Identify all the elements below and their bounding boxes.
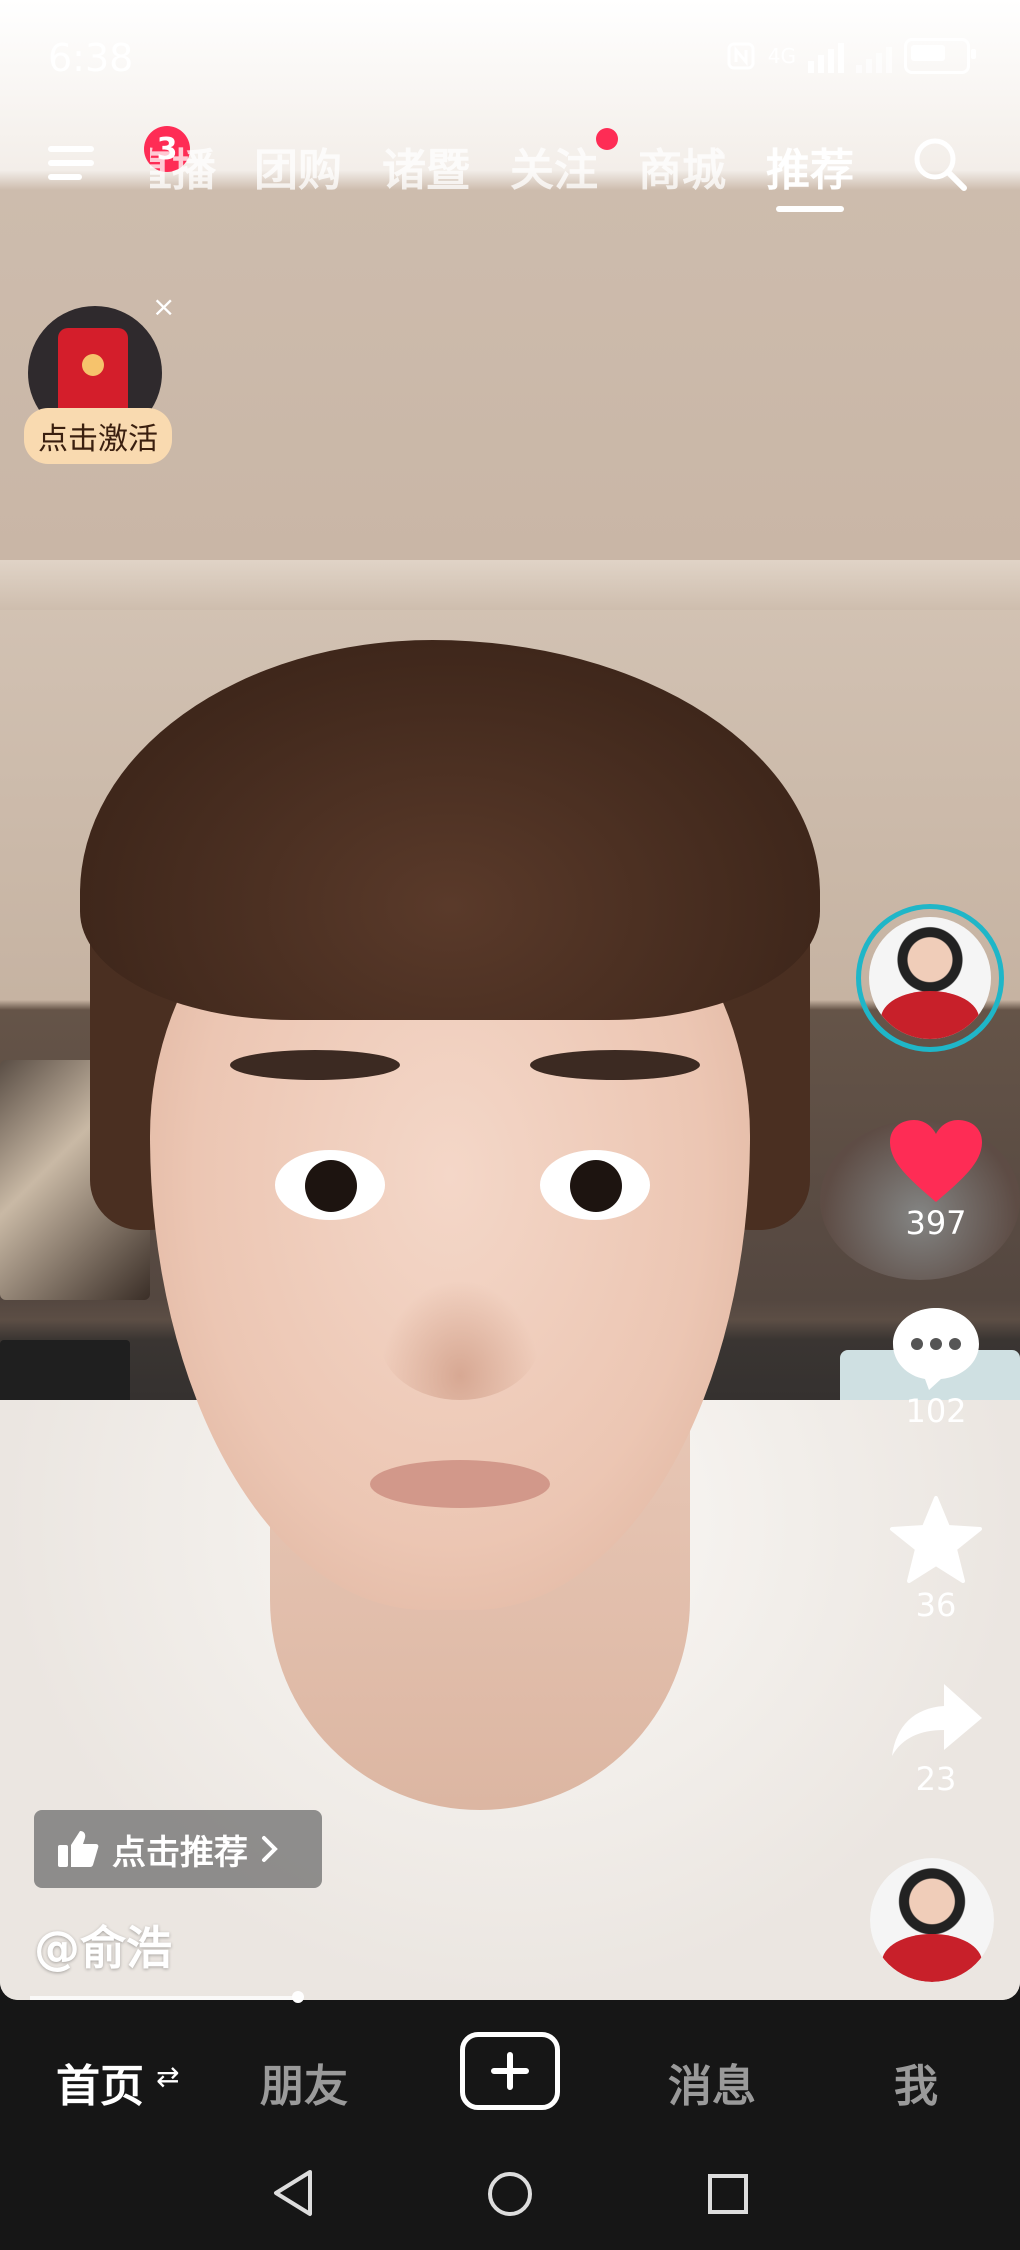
nav-me[interactable]: 我: [894, 2050, 938, 2114]
tab-local[interactable]: 诸暨: [382, 134, 470, 198]
recents-icon[interactable]: [706, 2172, 750, 2216]
person-mouth: [370, 1460, 550, 1508]
swap-icon: ⇄: [156, 2060, 180, 2093]
comment-icon: [893, 1308, 979, 1390]
home-circle-icon[interactable]: [486, 2170, 534, 2218]
signal-icon-2: [856, 39, 892, 73]
like-button[interactable]: 397: [876, 1118, 996, 1242]
favorite-button[interactable]: 36: [876, 1494, 996, 1624]
nav-messages[interactable]: 消息: [668, 2050, 756, 2114]
share-icon: [892, 1684, 982, 1756]
bottom-nav-bar: 首页 ⇄ 朋友 消息 我: [0, 2008, 1020, 2138]
menu-icon[interactable]: 3: [48, 126, 190, 184]
person-eye-right: [540, 1150, 650, 1220]
favorite-count: 36: [915, 1586, 957, 1624]
activate-button[interactable]: 点击激活: [24, 408, 172, 464]
plus-icon: [491, 2052, 529, 2090]
create-button[interactable]: [460, 2032, 560, 2110]
music-disc-image: [870, 1858, 994, 1982]
close-icon[interactable]: ×: [152, 290, 175, 323]
background-shelf: [0, 560, 1020, 610]
search-icon[interactable]: [910, 134, 970, 194]
battery-icon: [904, 38, 976, 74]
following-dot: [596, 128, 618, 150]
music-disc[interactable]: [870, 1858, 994, 1982]
person-eye-left: [275, 1150, 385, 1220]
tab-mall[interactable]: 商城: [638, 134, 726, 198]
red-envelope-icon: [58, 328, 128, 420]
status-icons: 4G: [726, 38, 976, 74]
author-username[interactable]: @俞浩: [34, 1912, 172, 1978]
heart-icon: [890, 1120, 982, 1202]
network-type: 4G: [767, 44, 796, 68]
recommend-button[interactable]: 点击推荐: [34, 1810, 322, 1888]
comment-count: 102: [905, 1392, 967, 1430]
status-bar: 6:38 4G: [0, 0, 1020, 110]
tab-following[interactable]: 关注: [510, 134, 598, 198]
person-hair: [80, 640, 820, 1020]
video-progress-bar[interactable]: [30, 1996, 298, 2000]
recommend-label: 点击推荐: [112, 1832, 248, 1873]
person-brow-left: [230, 1050, 400, 1080]
share-button[interactable]: 23: [876, 1680, 996, 1798]
nav-friends[interactable]: 朋友: [260, 2050, 348, 2114]
system-nav-bar: [0, 2138, 1020, 2250]
status-time: 6:38: [48, 36, 134, 80]
person-nose: [380, 1280, 540, 1400]
nfc-icon: [727, 42, 755, 70]
chevron-right-icon: [262, 1836, 278, 1862]
tab-group-buy[interactable]: 团购: [254, 134, 342, 198]
video-progress-handle[interactable]: [292, 1991, 304, 2003]
tab-recommend[interactable]: 推荐: [766, 134, 854, 198]
tab-live[interactable]: 直播: [150, 134, 216, 198]
author-avatar[interactable]: [856, 904, 1004, 1052]
top-tab-bar: 3 直播 团购 诸暨 关注 商城 推荐: [0, 126, 1020, 212]
star-icon: [890, 1496, 982, 1583]
back-icon[interactable]: [270, 2168, 316, 2218]
signal-icon: [808, 39, 844, 73]
thumbs-up-icon: [58, 1831, 99, 1867]
like-count: 397: [905, 1204, 967, 1242]
person-brow-right: [530, 1050, 700, 1080]
active-tab-indicator: [776, 206, 844, 212]
share-count: 23: [915, 1760, 957, 1798]
comment-button[interactable]: 102: [876, 1304, 996, 1430]
avatar-image: [869, 917, 991, 1039]
nav-home[interactable]: 首页: [56, 2050, 144, 2114]
